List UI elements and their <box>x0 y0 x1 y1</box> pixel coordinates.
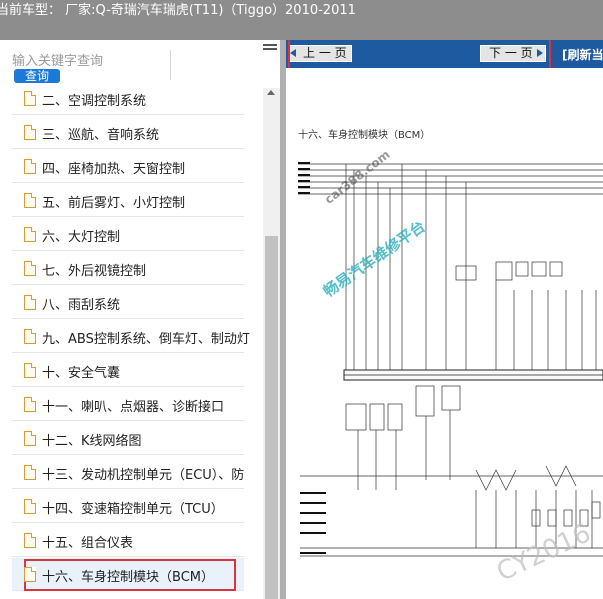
sidebar-item[interactable]: 八、雨刮系统 <box>0 286 262 320</box>
search-area: 查询 <box>0 40 284 88</box>
sidebar-item-label: 六、大灯控制 <box>42 230 121 245</box>
document-icon <box>24 329 36 344</box>
refresh-link[interactable]: [刷新当 <box>562 46 603 63</box>
sidebar-item[interactable]: 十、安全气囊 <box>0 354 262 388</box>
sidebar-item[interactable]: 二、空调控制系统 <box>0 88 262 116</box>
sidebar-item[interactable]: 六、大灯控制 <box>0 218 262 252</box>
document-icon <box>24 567 36 582</box>
scroll-up-arrow-icon[interactable] <box>267 90 275 95</box>
sidebar-item-label: 十二、K线网络图 <box>42 434 142 449</box>
sidebar-item-label: 四、座椅加热、天窗控制 <box>42 162 186 177</box>
sidebar-item[interactable]: 十四、变速箱控制单元（TCU） <box>0 490 262 524</box>
search-separator <box>170 50 171 80</box>
sidebar-item[interactable]: 十三、发动机控制单元（ECU）、防 <box>0 456 262 490</box>
document-icon <box>24 363 36 378</box>
sidebar-item-label: 十六、车身控制模块（BCM） <box>42 570 214 585</box>
sidebar-item-label: 五、前后雾灯、小灯控制 <box>42 196 186 211</box>
top-bar: 当前车型： 厂家:Q-奇瑞汽车瑞虎(T11)（Tiggo）2010-2011 <box>0 0 603 40</box>
sidebar: 查询 二、空调控制系统三、巡航、音响系统四、座椅加热、天窗控制五、前后雾灯、小灯… <box>0 40 284 599</box>
sidebar-scrollbar[interactable] <box>263 88 280 599</box>
document-icon <box>24 193 36 208</box>
sidebar-item[interactable]: 五、前后雾灯、小灯控制 <box>0 184 262 218</box>
sidebar-item[interactable]: 三、巡航、音响系统 <box>0 116 262 150</box>
sidebar-item-label: 十一、喇叭、点烟器、诊断接口 <box>42 400 225 415</box>
document-icon <box>24 227 36 242</box>
document-icon <box>24 499 36 514</box>
sidebar-item-label: 九、ABS控制系统、倒车灯、制动灯 <box>42 332 250 347</box>
collapse-menu-icon[interactable] <box>263 44 277 54</box>
sidebar-item-label: 十四、变速箱控制单元（TCU） <box>42 502 224 517</box>
sidebar-item[interactable]: 九、ABS控制系统、倒车灯、制动灯 <box>0 320 262 354</box>
sidebar-item-label: 七、外后视镜控制 <box>42 264 147 279</box>
document-icon <box>24 533 36 548</box>
document-icon <box>24 431 36 446</box>
sidebar-item-label: 二、空调控制系统 <box>42 94 147 109</box>
wiring-diagram-page: 十六、车身控制模块（BCM） car388.com 畅易汽车维修平台 CY201… <box>286 68 603 599</box>
scroll-thumb[interactable] <box>265 236 278 599</box>
chapter-tree: 二、空调控制系统 三、巡航、音响系统四、座椅加热、天窗控制 五、前后雾灯、小灯控制六… <box>0 88 262 599</box>
document-icon <box>24 261 36 276</box>
search-button[interactable]: 查询 <box>14 69 60 83</box>
current-vehicle-title: 当前车型： 厂家:Q-奇瑞汽车瑞虎(T11)（Tiggo）2010-2011 <box>0 3 356 18</box>
sidebar-item-label: 三、巡航、音响系统 <box>42 128 160 143</box>
document-icon <box>24 295 36 310</box>
document-icon <box>24 397 36 412</box>
sidebar-item[interactable]: 七、外后视镜控制 <box>0 252 262 286</box>
document-icon <box>24 465 36 480</box>
sidebar-item[interactable]: 十二、K线网络图 <box>0 422 262 456</box>
diagram-title: 十六、车身控制模块（BCM） <box>298 130 431 141</box>
document-icon <box>24 91 36 106</box>
wiring-diagram <box>298 162 603 557</box>
sidebar-item[interactable]: 四、座椅加热、天窗控制 <box>0 150 262 184</box>
sidebar-item[interactable]: 十一、喇叭、点烟器、诊断接口 <box>0 388 262 422</box>
document-icon <box>24 125 36 140</box>
sidebar-item-label: 八、雨刮系统 <box>42 298 121 313</box>
document-icon <box>24 159 36 174</box>
search-input[interactable] <box>12 52 172 70</box>
sidebar-item-label: 十、安全气囊 <box>42 366 121 381</box>
document-viewer: 上 一 页 下 一 页 [刷新当 十六、车身控制模块（BCM） car388.c… <box>286 40 603 599</box>
sidebar-item[interactable]: 十六、车身控制模块（BCM） <box>0 558 262 592</box>
sidebar-item-label: 十五、组合仪表 <box>42 536 134 551</box>
sidebar-item-label: 十三、发动机控制单元（ECU）、防 <box>42 468 245 483</box>
sidebar-item[interactable]: 十五、组合仪表 <box>0 524 262 558</box>
